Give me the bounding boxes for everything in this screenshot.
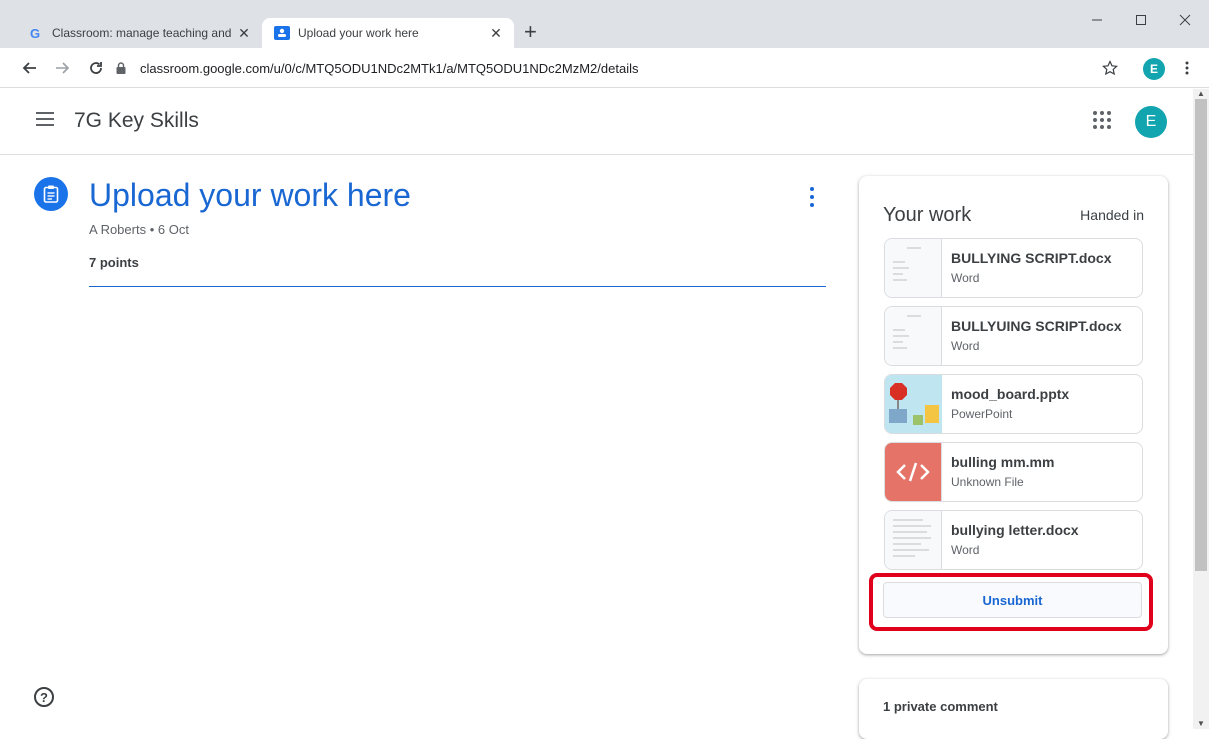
private-comment-count[interactable]: 1 private comment [883, 699, 998, 714]
back-arrow-icon[interactable] [18, 56, 42, 80]
browser-profile-avatar[interactable]: E [1143, 58, 1165, 80]
assignment-points: 7 points [89, 255, 139, 270]
classroom-page: 7G Key Skills E Upload your work here A … [0, 89, 1193, 739]
close-tab-icon[interactable]: ✕ [486, 25, 506, 42]
private-comments-card: 1 private comment [859, 679, 1168, 739]
browser-toolbar: classroom.google.com/u/0/c/MTQ5ODU1NDc2M… [0, 48, 1209, 88]
handed-in-status: Handed in [1080, 207, 1144, 223]
attachment-name: BULLYING SCRIPT.docx [951, 250, 1112, 266]
attachment-name: mood_board.pptx [951, 386, 1070, 402]
google-icon: G [28, 25, 44, 41]
document-thumbnail [885, 307, 942, 365]
classroom-icon [274, 25, 290, 41]
more-options-icon[interactable] [806, 187, 818, 207]
browser-menu-icon[interactable] [1175, 56, 1199, 80]
document-thumbnail [885, 511, 942, 569]
bookmark-star-icon[interactable] [1098, 56, 1122, 80]
attachment-item[interactable]: bullying letter.docx Word [884, 510, 1143, 570]
svg-text:G: G [30, 26, 40, 40]
attachment-name: bullying letter.docx [951, 522, 1079, 538]
new-tab-button[interactable]: + [524, 20, 537, 44]
scroll-thumb[interactable] [1195, 99, 1207, 571]
browser-tab-classroom-info[interactable]: G Classroom: manage teaching and ✕ [16, 18, 262, 48]
maximize-icon[interactable] [1119, 6, 1163, 34]
attachment-item[interactable]: BULLYUING SCRIPT.docx Word [884, 306, 1143, 366]
page-scrollbar[interactable]: ▲ ▼ [1193, 89, 1209, 729]
attachment-type: Word [951, 271, 980, 285]
assignment-icon [34, 177, 68, 211]
assignment-meta: A Roberts • 6 Oct [89, 222, 189, 237]
google-apps-icon[interactable] [1093, 111, 1111, 129]
address-bar[interactable]: classroom.google.com/u/0/c/MTQ5ODU1NDc2M… [116, 53, 1166, 83]
attachment-item[interactable]: bulling mm.mm Unknown File [884, 442, 1143, 502]
browser-tab-active[interactable]: Upload your work here ✕ [262, 18, 514, 48]
unsubmit-highlight-box [869, 573, 1153, 631]
lock-icon [116, 62, 130, 74]
account-avatar[interactable]: E [1135, 106, 1167, 138]
your-work-title: Your work [883, 204, 972, 226]
main-menu-icon[interactable] [36, 112, 54, 126]
forward-arrow-icon[interactable] [50, 56, 74, 80]
attachment-item[interactable]: mood_board.pptx PowerPoint [884, 374, 1143, 434]
attachment-name: BULLYUING SCRIPT.docx [951, 318, 1122, 334]
attachment-type: Unknown File [951, 475, 1024, 489]
scroll-down-icon[interactable]: ▼ [1193, 719, 1209, 729]
your-work-card: Your work Handed in BULLYING SCRIPT.docx… [859, 176, 1168, 654]
title-divider [89, 286, 826, 287]
assignment-title: Upload your work here [89, 177, 411, 213]
attachment-type: Word [951, 339, 980, 353]
tab-title: Classroom: manage teaching and [52, 26, 232, 40]
minimize-icon[interactable] [1075, 6, 1119, 34]
code-file-icon [885, 443, 942, 501]
attachment-type: Word [951, 543, 980, 557]
presentation-thumbnail [885, 375, 942, 433]
course-title[interactable]: 7G Key Skills [74, 109, 199, 133]
attachment-name: bulling mm.mm [951, 454, 1055, 470]
classroom-app-bar: 7G Key Skills E [0, 89, 1193, 155]
help-icon[interactable]: ? [34, 687, 54, 707]
close-window-icon[interactable] [1163, 6, 1207, 34]
url-text: classroom.google.com/u/0/c/MTQ5ODU1NDc2M… [140, 60, 639, 76]
attachment-item[interactable]: BULLYING SCRIPT.docx Word [884, 238, 1143, 298]
tab-title: Upload your work here [298, 26, 419, 40]
document-thumbnail [885, 239, 942, 297]
close-tab-icon[interactable]: ✕ [234, 25, 254, 42]
reload-icon[interactable] [84, 56, 108, 80]
browser-tab-strip: G Classroom: manage teaching and ✕ Uploa… [0, 0, 1209, 48]
attachment-type: PowerPoint [951, 407, 1013, 421]
scroll-up-icon[interactable]: ▲ [1193, 89, 1209, 99]
